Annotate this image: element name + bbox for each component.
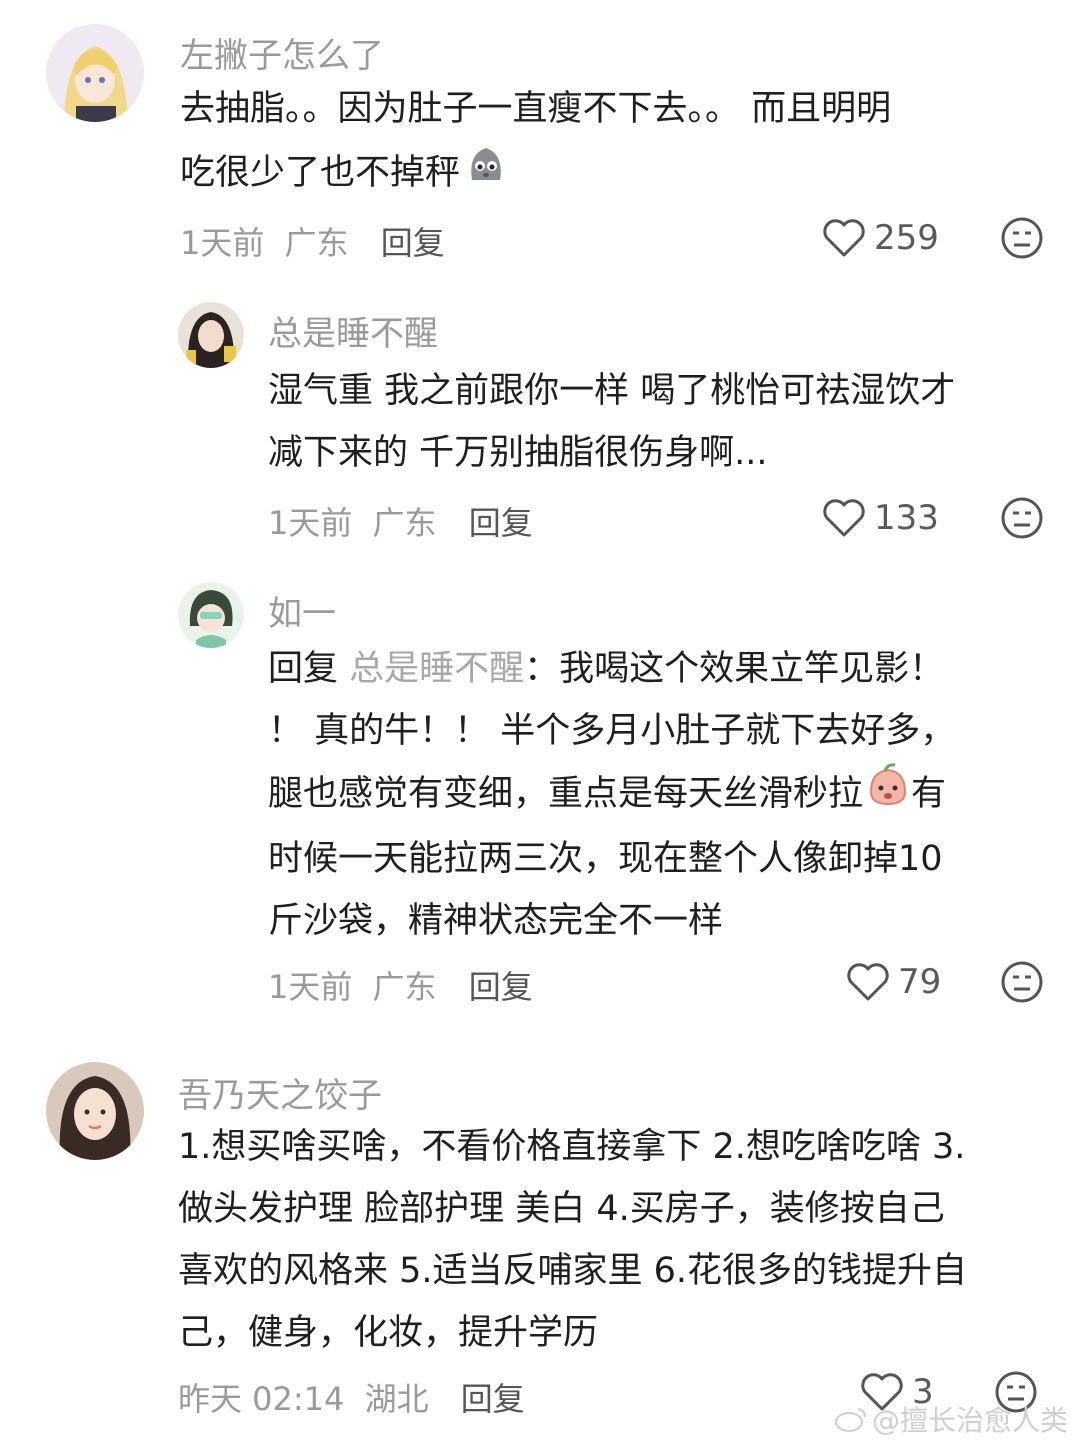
username[interactable]: 如一 — [268, 586, 336, 635]
avatar[interactable] — [178, 582, 244, 648]
comment-line: 己，健身，化妆，提升学历 — [178, 1313, 599, 1353]
comment-meta: 昨天 02:14 湖北 回复 — [178, 1374, 525, 1420]
avatar[interactable] — [178, 302, 244, 368]
username[interactable]: 左撇子怎么了 — [180, 28, 384, 77]
comment-line-text: 吃很少了也不掉秤 — [180, 153, 461, 193]
reply-button[interactable]: 回复 — [461, 1380, 525, 1418]
comment-line: 回复 总是睡不醒：我喝这个效果立竿见影！ — [268, 638, 1048, 700]
avatar[interactable] — [46, 24, 144, 122]
comment-line-text: 腿也感觉有变细，重点是每天丝滑秒拉 — [268, 774, 864, 814]
like-count: 79 — [898, 962, 942, 1002]
avatar[interactable] — [46, 1062, 144, 1160]
location: 广东 — [284, 224, 349, 262]
timestamp: 1天前 — [268, 968, 353, 1006]
comment-line: ！ 真的牛！！ 半个多月小肚子就下去好多， — [268, 711, 956, 751]
emoji-sticker-icon — [462, 140, 510, 208]
dislike-button[interactable] — [1000, 216, 1044, 264]
watermark: @擅长治愈人类 — [834, 1399, 1068, 1439]
comment-line: 1.想买啥买啥，不看价格直接拿下 2.想吃啥吃啥 3. — [178, 1127, 966, 1167]
comment-text: 回复 总是睡不醒：我喝这个效果立竿见影！ ！ 真的牛！！ 半个多月小肚子就下去好… — [268, 638, 1048, 952]
heart-icon — [823, 219, 865, 257]
comment-line: 湿气重 我之前跟你一样 喝了桃怡可祛湿饮才 — [268, 371, 956, 411]
username[interactable]: 吾乃天之饺子 — [178, 1068, 382, 1117]
location: 广东 — [372, 968, 437, 1006]
comment-line-text: ：我喝这个效果立竿见影！ — [524, 649, 945, 689]
emoji-sticker-icon — [865, 762, 911, 828]
comment-line: 斤沙袋，精神状态完全不一样 — [268, 901, 724, 941]
reply-button[interactable]: 回复 — [381, 224, 445, 262]
comment-line: 吃很少了也不掉秤 — [180, 140, 1040, 208]
dislike-button[interactable] — [1000, 960, 1044, 1008]
weibo-logo-icon — [834, 1408, 866, 1432]
comment-meta: 1天前 广东 回复 — [268, 498, 533, 544]
comment-line: 做头发护理 脸部护理 美白 4.买房子，装修按自己 — [178, 1189, 945, 1229]
username[interactable]: 总是睡不醒 — [268, 306, 438, 355]
reply-button[interactable]: 回复 — [469, 504, 533, 542]
reply-button[interactable]: 回复 — [469, 968, 533, 1006]
comment-line-text: 有 — [911, 774, 947, 814]
location: 湖北 — [364, 1380, 429, 1418]
reply-target-username[interactable]: 总是睡不醒 — [349, 649, 524, 689]
comment-text: 湿气重 我之前跟你一样 喝了桃怡可祛湿饮才 减下来的 千万别抽脂很伤身啊... — [268, 360, 1048, 484]
reply-prefix: 回复 — [268, 649, 339, 689]
dislike-face-icon — [1001, 217, 1043, 259]
like-button[interactable]: 79 — [846, 962, 941, 1002]
watermark-text: @擅长治愈人类 — [871, 1404, 1068, 1437]
timestamp: 昨天 02:14 — [178, 1380, 345, 1418]
comment-meta: 1天前 广东 回复 — [268, 962, 533, 1008]
like-count: 259 — [874, 218, 939, 258]
dislike-button[interactable] — [1000, 496, 1044, 544]
heart-icon — [847, 963, 889, 1001]
like-button[interactable]: 133 — [822, 498, 939, 538]
timestamp: 1天前 — [268, 504, 353, 542]
heart-icon — [823, 499, 865, 537]
like-count: 133 — [874, 498, 939, 538]
comment-line: 去抽脂。。因为肚子一直瘦不下去。。 而且明明 — [180, 89, 892, 129]
dislike-face-icon — [1001, 961, 1043, 1003]
comment-text: 去抽脂。。因为肚子一直瘦不下去。。 而且明明 吃很少了也不掉秤 — [180, 78, 1040, 208]
comment-text: 1.想买啥买啥，不看价格直接拿下 2.想吃啥吃啥 3. 做头发护理 脸部护理 美… — [178, 1116, 1058, 1364]
comment-line: 时候一天能拉两三次，现在整个人像卸掉10 — [268, 839, 943, 879]
comment-line: 腿也感觉有变细，重点是每天丝滑秒拉 有 — [268, 762, 1048, 828]
comment-line: 减下来的 千万别抽脂很伤身啊... — [268, 433, 768, 473]
timestamp: 1天前 — [180, 224, 265, 262]
comment-meta: 1天前 广东 回复 — [180, 218, 445, 264]
like-button[interactable]: 259 — [822, 218, 939, 258]
location: 广东 — [372, 504, 437, 542]
comment-line: 喜欢的风格来 5.适当反哺家里 6.花很多的钱提升自 — [178, 1251, 968, 1291]
dislike-face-icon — [1001, 497, 1043, 539]
